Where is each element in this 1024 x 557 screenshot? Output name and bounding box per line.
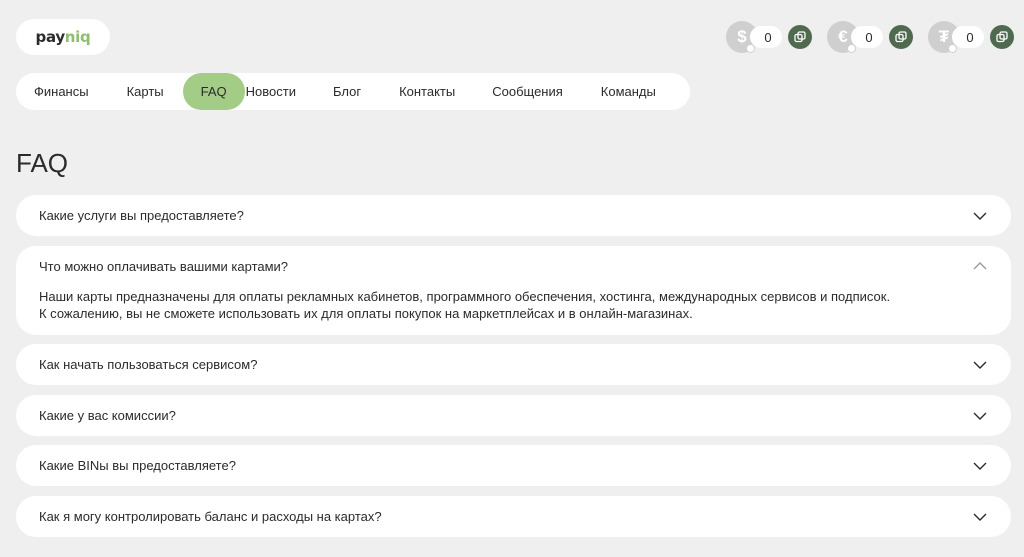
- nav-item-blog[interactable]: Блог: [333, 73, 361, 110]
- logo-text-main: pay: [35, 28, 66, 46]
- nav-item-cards[interactable]: Карты: [127, 73, 164, 110]
- faq-item[interactable]: Как начать пользоваться сервисом?: [16, 344, 1011, 385]
- nav-item-messages[interactable]: Сообщения: [492, 73, 563, 110]
- faq-question: Какие BINы вы предоставляете?: [39, 458, 236, 473]
- main-nav: Финансы Карты FAQ Новости Блог Контакты …: [16, 73, 690, 110]
- balances-bar: $ 0 € 0 ₮ 0: [726, 21, 1014, 53]
- balance-usdt: ₮ 0: [928, 21, 1014, 53]
- balance-amount: 0: [750, 26, 782, 48]
- copy-icon: [895, 31, 907, 43]
- faq-question: Что можно оплачивать вашими картами?: [39, 259, 289, 274]
- copy-icon: [794, 31, 806, 43]
- copy-button[interactable]: [990, 25, 1014, 49]
- faq-question: Какие у вас комиссии?: [39, 408, 176, 423]
- copy-button[interactable]: [889, 25, 913, 49]
- payniq-logo[interactable]: pay niq: [16, 19, 110, 55]
- faq-item[interactable]: Какие услуги вы предоставляете?: [16, 195, 1011, 236]
- faq-answer-line: К сожалению, вы не сможете использовать …: [39, 306, 693, 321]
- balance-amount: 0: [952, 26, 984, 48]
- faq-question: Как я могу контролировать баланс и расхо…: [39, 509, 382, 524]
- faq-item[interactable]: Какие BINы вы предоставляете?: [16, 445, 1011, 486]
- faq-question: Как начать пользоваться сервисом?: [39, 357, 258, 372]
- copy-icon: [996, 31, 1008, 43]
- faq-question: Какие услуги вы предоставляете?: [39, 208, 244, 223]
- nav-item-faq[interactable]: FAQ: [182, 73, 245, 110]
- balance-eur: € 0: [827, 21, 913, 53]
- faq-item-expanded[interactable]: Что можно оплачивать вашими картами? Наш…: [16, 246, 1011, 335]
- nav-item-contacts[interactable]: Контакты: [399, 73, 455, 110]
- logo-text-accent: niq: [64, 28, 91, 46]
- balance-amount: 0: [851, 26, 883, 48]
- chevron-up-icon: [973, 262, 987, 270]
- faq-answer-line: Наши карты предназначены для оплаты рекл…: [39, 289, 891, 304]
- chevron-down-icon: [973, 513, 987, 521]
- faq-answer: Наши карты предназначены для оплаты рекл…: [39, 288, 890, 322]
- nav-item-news[interactable]: Новости: [246, 73, 296, 110]
- copy-button[interactable]: [788, 25, 812, 49]
- nav-item-teams[interactable]: Команды: [601, 73, 656, 110]
- faq-item[interactable]: Какие у вас комиссии?: [16, 395, 1011, 436]
- balance-usd: $ 0: [726, 21, 812, 53]
- chevron-down-icon: [973, 361, 987, 369]
- chevron-down-icon: [973, 462, 987, 470]
- page-title: FAQ: [16, 148, 69, 178]
- nav-item-finance[interactable]: Финансы: [34, 73, 89, 110]
- chevron-down-icon: [973, 412, 987, 420]
- faq-item[interactable]: Как я могу контролировать баланс и расхо…: [16, 496, 1011, 537]
- chevron-down-icon: [973, 212, 987, 220]
